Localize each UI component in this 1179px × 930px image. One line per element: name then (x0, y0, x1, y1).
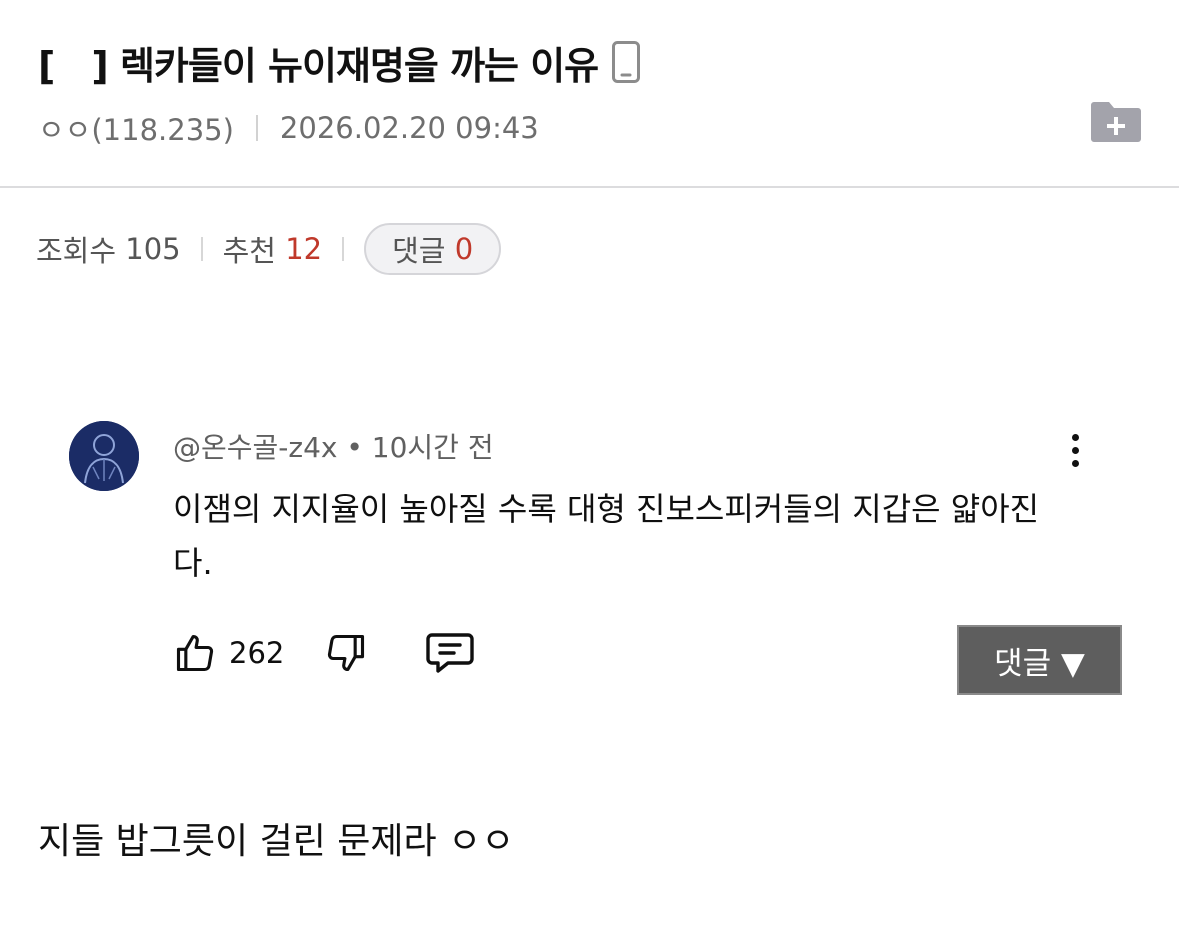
post-meta: ㅇㅇ(118.235) 2026.02.20 09:43 (38, 106, 539, 150)
divider (342, 237, 345, 261)
dot-separator: • (346, 431, 372, 464)
post-stats: 조회수 105 추천 12 댓글 0 (36, 222, 502, 276)
comment-actions: 262 (173, 628, 476, 678)
views-label: 조회수 (36, 234, 117, 268)
reply-icon[interactable] (424, 631, 476, 675)
comment-count-button[interactable]: 댓글 0 (364, 223, 502, 275)
phone-icon (612, 41, 641, 83)
views-count: 105 (125, 232, 181, 266)
reply-toggle-button[interactable]: 댓글 ▼ (957, 625, 1122, 695)
more-vert-icon[interactable] (1063, 434, 1087, 474)
comment-label: 댓글 (392, 234, 446, 268)
post-title: [ ] 렉카들이 뉴이재명을 까는 이유 (38, 34, 641, 90)
comment-text: 이잼의 지지율이 높아질 수록 대형 진보스피커들의 지갑은 얇아진다. (173, 490, 1040, 582)
divider (255, 115, 258, 141)
like-count: 262 (229, 636, 285, 670)
comment-handle[interactable]: @온수골-z4x (173, 431, 337, 464)
post-title-text: [ ] 렉카들이 뉴이재명을 까는 이유 (38, 43, 599, 88)
embedded-comment-screenshot: @온수골-z4x • 10시간 전 이잼의 지지율이 높아질 수록 대형 진보스… (40, 388, 1130, 708)
divider (200, 237, 203, 261)
comment-count: 0 (454, 232, 474, 266)
thumbs-down-icon[interactable] (324, 631, 368, 675)
comment-meta: @온수골-z4x • 10시간 전 (173, 426, 494, 466)
thumbs-up-icon[interactable] (173, 631, 217, 675)
recommend-label: 추천 (222, 234, 276, 268)
avatar (69, 421, 139, 491)
recommend-count: 12 (285, 232, 323, 266)
folder-plus-icon (1091, 102, 1141, 142)
scrap-folder-button[interactable] (1090, 100, 1142, 142)
comment-time: 10시간 전 (371, 431, 494, 464)
author-name[interactable]: ㅇㅇ(118.235) (38, 107, 234, 149)
post-header: [ ] 렉카들이 뉴이재명을 까는 이유 ㅇㅇ(118.235) 2026.02… (0, 0, 1179, 188)
post-datetime: 2026.02.20 09:43 (279, 111, 539, 145)
post-body-text: 지들 밥그릇이 걸린 문제라 ㅇㅇ (38, 821, 515, 862)
